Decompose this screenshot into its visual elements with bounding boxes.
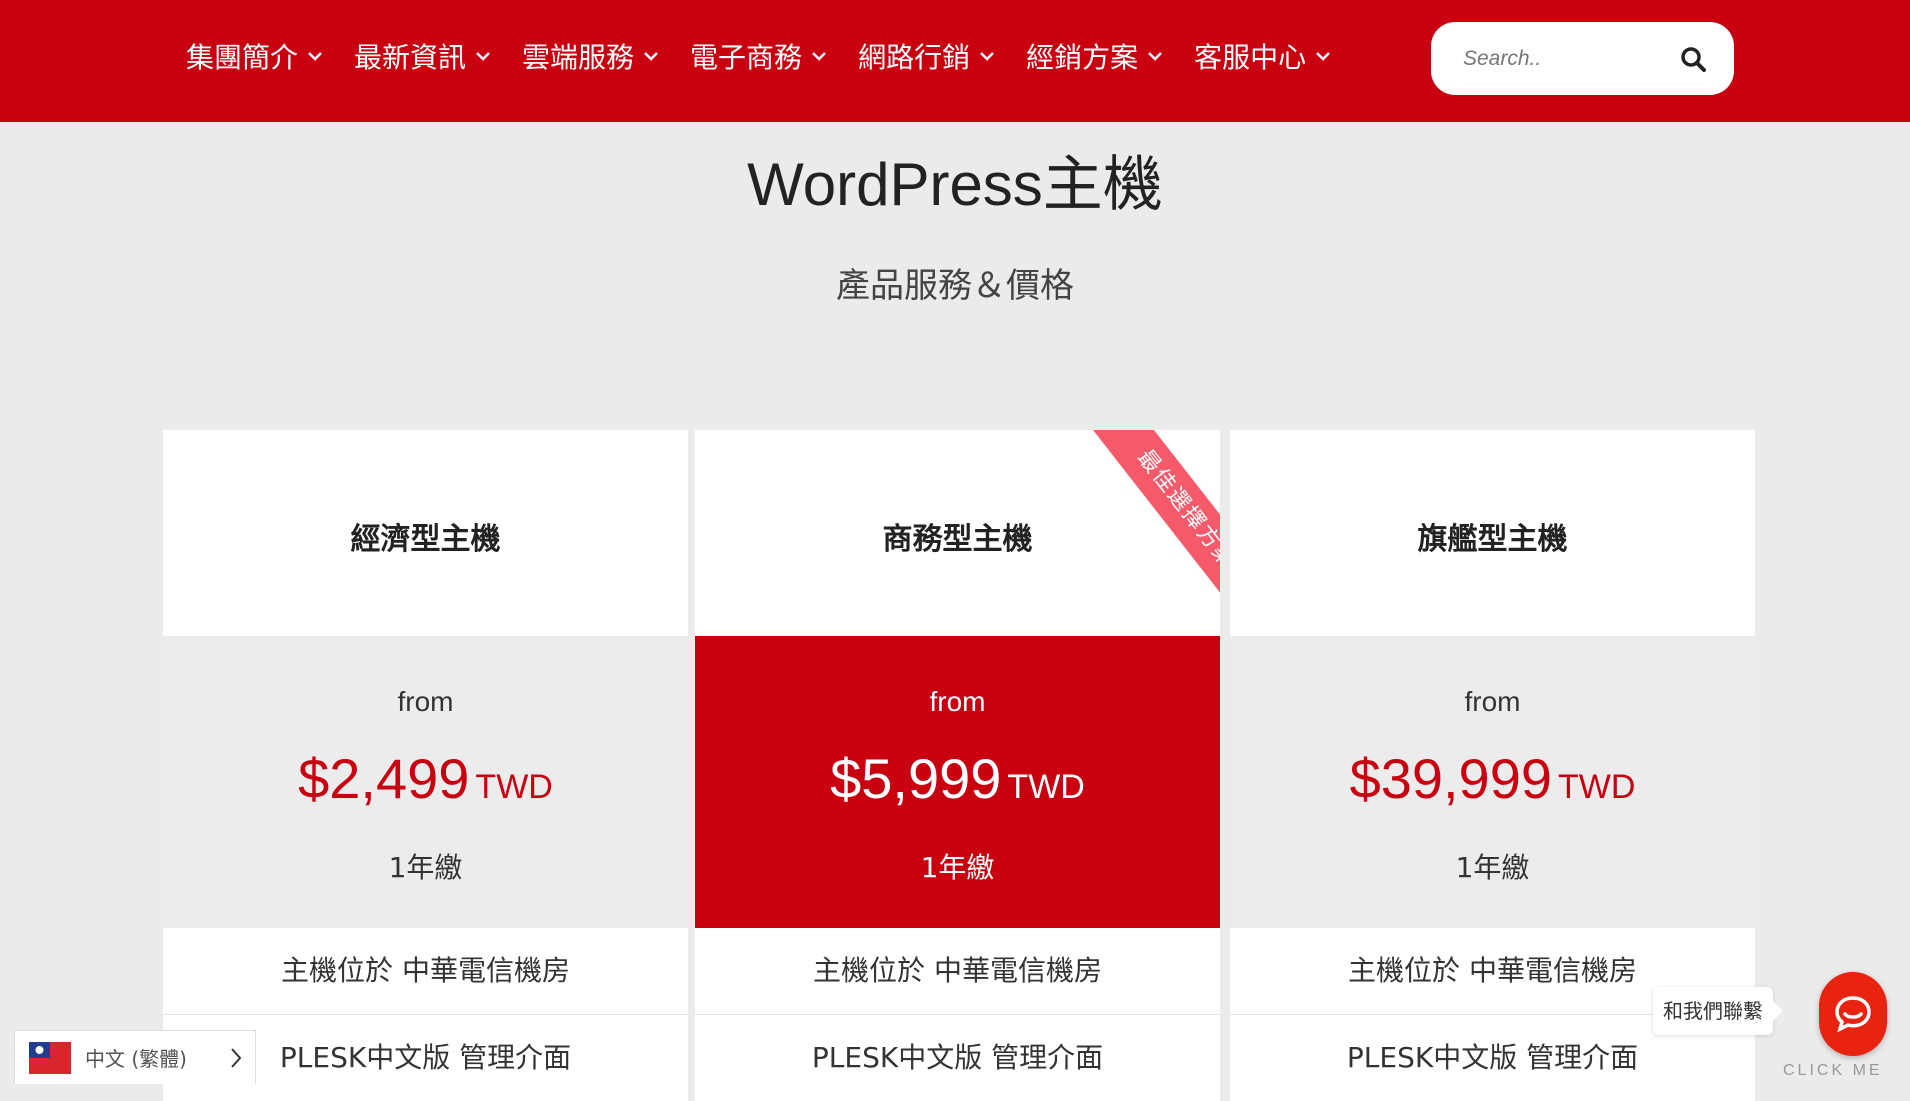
nav-item-label: 電子商務 (690, 41, 803, 74)
chat-icon (1835, 996, 1871, 1033)
feature-row: 主機位於 中華電信機房 (695, 928, 1220, 1015)
price-currency: TWD (1558, 768, 1636, 806)
plan-card-economy: 經濟型主機 from $2,499 TWD 1年繳 主機位於 中華電信機房 PLE… (163, 430, 688, 1101)
language-selector[interactable]: 中文 (繁體) (14, 1030, 256, 1084)
chevron-down-icon (644, 52, 658, 61)
language-label: 中文 (繁體) (85, 1047, 187, 1071)
price-from-label: from (397, 686, 454, 717)
billing-period: 1年繳 (1455, 851, 1530, 884)
billing-period: 1年繳 (920, 851, 995, 884)
nav-item-label: 雲端服務 (522, 41, 635, 74)
page-title: WordPress主機 (747, 151, 1163, 218)
plan-price: $5,999 TWD (695, 746, 1220, 811)
chevron-down-icon (476, 52, 490, 61)
search-box (1431, 22, 1734, 95)
plan-card-header: 商務型主機 (695, 430, 1220, 636)
price-amount: $5,999 (830, 747, 1002, 810)
nav-item-ecommerce[interactable]: 電子商務 (690, 36, 828, 76)
price-currency: TWD (475, 768, 553, 806)
nav-item-label: 客服中心 (1194, 41, 1307, 74)
plan-name: 旗艦型主機 (1417, 522, 1568, 557)
nav-item-label: 集團簡介 (186, 41, 299, 74)
plan-price: $39,999 TWD (1230, 746, 1755, 811)
plan-price-box: from $2,499 TWD 1年繳 (163, 636, 688, 928)
search-input[interactable] (1461, 45, 1675, 72)
price-from-label: from (1464, 686, 1521, 717)
chevron-down-icon (1316, 52, 1330, 61)
plan-card-flagship: 旗艦型主機 from $39,999 TWD 1年繳 主機位於 中華電信機房 PL… (1230, 430, 1755, 1101)
nav-item-marketing[interactable]: 網路行銷 (858, 36, 996, 76)
plan-price-box: from $39,999 TWD 1年繳 (1230, 636, 1755, 928)
price-from-label: from (929, 686, 986, 717)
page-subtitle: 產品服務＆價格 (836, 266, 1074, 306)
chevron-down-icon (1148, 52, 1162, 61)
plan-card-header: 經濟型主機 (163, 430, 688, 636)
nav-item-reseller[interactable]: 經銷方案 (1026, 36, 1164, 76)
plan-card-header: 旗艦型主機 (1230, 430, 1755, 636)
nav-item-label: 網路行銷 (858, 41, 971, 74)
chevron-down-icon (980, 52, 994, 61)
price-amount: $2,499 (298, 747, 470, 810)
plan-card-business: 商務型主機 from $5,999 TWD 1年繳 主機位於 中華電信機房 PLE… (695, 430, 1220, 1101)
nav-item-cloud[interactable]: 雲端服務 (522, 36, 660, 76)
chat-button[interactable] (1819, 972, 1887, 1056)
plan-name: 經濟型主機 (350, 522, 501, 557)
price-amount: $39,999 (1349, 747, 1552, 810)
plan-price: $2,499 TWD (163, 746, 688, 811)
nav-item-about[interactable]: 集團簡介 (186, 36, 324, 76)
click-me-label: CLICK ME (1783, 1062, 1883, 1079)
chevron-down-icon (812, 52, 826, 61)
billing-period: 1年繳 (388, 851, 463, 884)
top-navigation-bar: 集團簡介 最新資訊 雲端服務 電子商務 網路行銷 經銷方案 客服中心 (0, 0, 1910, 122)
search-icon[interactable] (1680, 46, 1706, 72)
feature-row: PLESK中文版 管理介面 (695, 1015, 1220, 1101)
chevron-right-icon (231, 1048, 242, 1068)
plan-name: 商務型主機 (882, 522, 1033, 557)
taiwan-flag-icon (29, 1041, 71, 1074)
nav-item-label: 最新資訊 (354, 41, 467, 74)
nav-item-label: 經銷方案 (1026, 41, 1139, 74)
main-menu: 集團簡介 最新資訊 雲端服務 電子商務 網路行銷 經銷方案 客服中心 (186, 36, 1362, 76)
contact-us-bubble[interactable]: 和我們聯繫 (1653, 987, 1783, 1035)
nav-item-support[interactable]: 客服中心 (1194, 36, 1332, 76)
plan-price-box: from $5,999 TWD 1年繳 (695, 636, 1220, 928)
price-currency: TWD (1007, 768, 1085, 806)
nav-item-news[interactable]: 最新資訊 (354, 36, 492, 76)
chevron-down-icon (308, 52, 322, 61)
feature-row: 主機位於 中華電信機房 (163, 928, 688, 1015)
